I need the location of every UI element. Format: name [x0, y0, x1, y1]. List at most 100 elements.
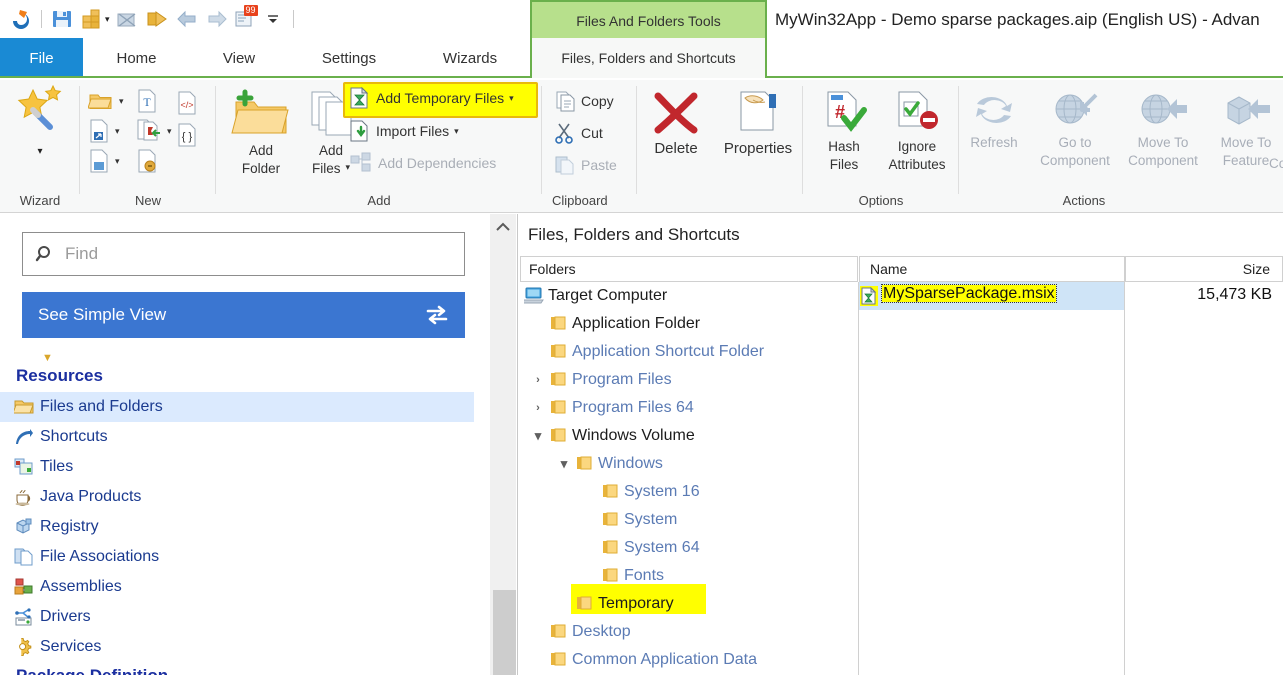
drivers-icon: [14, 607, 34, 627]
search-input[interactable]: Find: [22, 232, 465, 276]
tree-row-temporary[interactable]: Temporary: [518, 584, 858, 618]
collapse-chevron-icon[interactable]: ▾: [531, 428, 545, 443]
tree-row-application-shortcut-folder[interactable]: Application Shortcut Folder: [518, 338, 858, 366]
tree-row-desktop[interactable]: Desktop: [518, 618, 858, 646]
add-temporary-files-button[interactable]: Add Temporary Files ▾: [349, 85, 514, 111]
sidebar-item-drivers[interactable]: Drivers: [0, 602, 474, 632]
errors-badge-icon[interactable]: 99: [232, 4, 258, 34]
see-simple-view-button[interactable]: See Simple View: [22, 292, 465, 338]
sidebar-item-label: Assemblies: [40, 578, 122, 595]
ribbon-group-label-clipboard: Clipboard: [552, 193, 608, 208]
tree-row-program-files[interactable]: › Program Files: [518, 366, 858, 394]
new-app-file-caret[interactable]: ▾: [115, 156, 120, 167]
sidebar-item-files-and-folders[interactable]: Files and Folders: [0, 392, 474, 422]
move-to-feature-label-l1: Move To: [1220, 135, 1272, 150]
sidebar-item-label: File Associations: [40, 548, 160, 565]
properties-button[interactable]: Properties: [715, 88, 801, 156]
scroll-up-arrow-icon[interactable]: [490, 214, 516, 240]
copy-button[interactable]: Copy: [554, 88, 614, 114]
build-icon[interactable]: [77, 4, 107, 34]
new-signed-file-icon[interactable]: [136, 148, 158, 174]
copy-label: Copy: [581, 93, 614, 109]
tab-settings[interactable]: Settings: [288, 38, 410, 78]
sidebar-item-java-products[interactable]: Java Products: [0, 482, 474, 512]
folder-icon: [602, 539, 620, 557]
tree-row-common-application-data[interactable]: Common Application Data: [518, 646, 858, 674]
ignore-attributes-button[interactable]: Ignore Attributes: [875, 88, 959, 172]
customize-qat-caret[interactable]: [258, 4, 288, 34]
new-json-file-icon[interactable]: { }: [176, 122, 198, 148]
sidebar-item-label: Drivers: [40, 608, 91, 625]
new-app-file-icon[interactable]: ▾: [88, 148, 120, 174]
cut-button[interactable]: Cut: [554, 120, 603, 146]
resources-section-header: Resources: [16, 366, 103, 385]
add-dependencies-button: Add Dependencies: [349, 150, 496, 176]
computer-icon: [521, 287, 544, 305]
file-row-mysparsepackage[interactable]: MySparsePackage.msix: [858, 282, 1125, 310]
svg-text:{ }: { }: [182, 131, 193, 143]
add-folder-label-l2: Folder: [241, 161, 281, 176]
tab-wizards[interactable]: Wizards: [410, 38, 530, 78]
sidebar-item-services[interactable]: Services: [0, 632, 474, 662]
tree-row-application-folder[interactable]: Application Folder: [518, 310, 858, 338]
tab-view[interactable]: View: [190, 38, 288, 78]
file-name-text: MySparsePackage.msix: [881, 284, 1057, 303]
back-arrow-icon[interactable]: [172, 4, 202, 34]
collapse-chevron-icon[interactable]: ▾: [557, 456, 571, 471]
new-html-file-icon[interactable]: </>: [176, 90, 198, 116]
new-import-shortcut-caret[interactable]: ▾: [167, 126, 172, 137]
save-icon[interactable]: [47, 4, 77, 34]
import-files-button[interactable]: Import Files ▾: [349, 118, 459, 144]
new-import-shortcut-icon[interactable]: ▾: [136, 118, 172, 144]
sidebar-item-assemblies[interactable]: Assemblies: [0, 572, 474, 602]
search-icon: [35, 246, 50, 262]
new-folder-icon[interactable]: ▾: [88, 88, 124, 114]
temporary-file-icon: [860, 286, 878, 309]
add-temporary-files-caret[interactable]: ▾: [509, 93, 514, 104]
tree-row-label: Program Files 64: [572, 399, 694, 416]
sidebar-item-registry[interactable]: Registry: [0, 512, 474, 542]
delete-button[interactable]: Delete: [637, 90, 715, 156]
new-folder-caret[interactable]: ▾: [119, 96, 124, 107]
build-and-run-icon[interactable]: [112, 4, 142, 34]
folders-column-header[interactable]: Folders: [520, 256, 858, 282]
sidebar-scrollbar[interactable]: [490, 214, 516, 675]
tab-files-folders-shortcuts-overlay[interactable]: Files, Folders and Shortcuts: [530, 38, 767, 78]
collapsed-section-caret[interactable]: ▼: [42, 352, 53, 364]
sidebar-item-tiles[interactable]: Tiles: [0, 452, 474, 482]
hash-files-label-l2: Files: [829, 157, 859, 172]
hash-files-button[interactable]: # Hash Files: [807, 88, 881, 172]
sidebar-scrollbar-thumb[interactable]: [493, 590, 516, 675]
folder-icon: [576, 595, 594, 613]
expand-chevron-icon[interactable]: ›: [531, 373, 545, 387]
expand-chevron-icon[interactable]: ›: [531, 401, 545, 415]
ribbon-group-label-new: New: [134, 193, 161, 208]
run-icon[interactable]: [142, 4, 172, 34]
folder-icon: [550, 343, 568, 361]
tree-row-system-16[interactable]: System 16: [518, 478, 858, 506]
new-shortcut-icon[interactable]: ▾: [88, 118, 120, 144]
add-folder-button[interactable]: Add Folder: [224, 88, 298, 176]
tree-row-program-files-64[interactable]: › Program Files 64: [518, 394, 858, 422]
app-logo-icon[interactable]: [6, 4, 36, 34]
ignore-attributes-label-l2: Attributes: [888, 157, 946, 172]
sidebar-item-file-associations[interactable]: File Associations: [0, 542, 474, 572]
new-shortcut-caret[interactable]: ▾: [115, 126, 120, 137]
tree-row-target-computer[interactable]: Target Computer: [518, 282, 858, 310]
tab-home[interactable]: Home: [83, 38, 190, 78]
hash-files-label-l1: Hash: [828, 139, 860, 154]
wizard-button[interactable]: ▾: [3, 84, 77, 157]
tree-row-system[interactable]: System: [518, 506, 858, 534]
new-text-file-icon[interactable]: T: [136, 88, 158, 114]
tree-row-system-64[interactable]: System 64: [518, 534, 858, 562]
wizard-dropdown-caret[interactable]: ▾: [37, 146, 42, 157]
forward-arrow-icon[interactable]: [202, 4, 232, 34]
import-files-caret[interactable]: ▾: [454, 126, 459, 137]
sidebar-item-shortcuts[interactable]: Shortcuts: [0, 422, 474, 452]
left-sidebar: Find See Simple View ▼ Resources Files a…: [0, 214, 482, 675]
file-size-cell: 15,473 KB: [1124, 282, 1283, 310]
resources-list: Files and Folders Shortcuts Tiles Java P…: [0, 392, 474, 662]
tree-row-windows[interactable]: ▾ Windows: [518, 450, 858, 478]
tree-row-windows-volume[interactable]: ▾ Windows Volume: [518, 422, 858, 450]
tab-file[interactable]: File: [0, 38, 83, 78]
